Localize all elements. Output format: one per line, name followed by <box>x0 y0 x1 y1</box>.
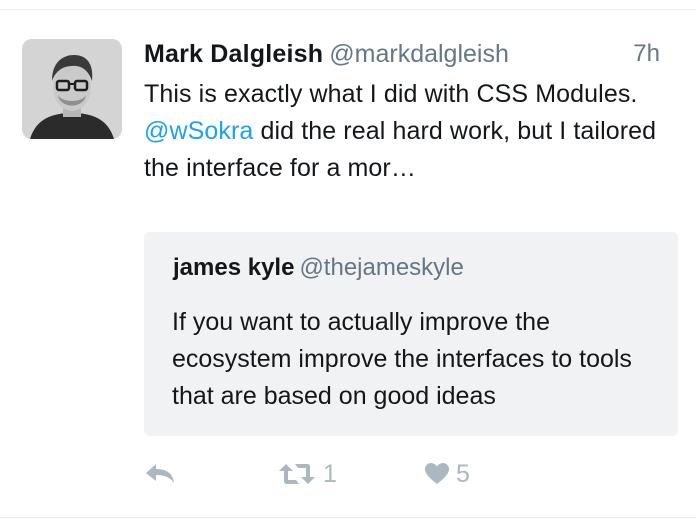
reply-button[interactable] <box>144 456 176 492</box>
tweet-card[interactable]: Mark Dalgleish @markdalgleish 7h This is … <box>0 10 696 517</box>
quoted-author-handle: @thejameskyle <box>299 254 464 281</box>
tweet-text-part-1: This is exactly what I did with CSS Modu… <box>144 80 638 108</box>
author-name[interactable]: Mark Dalgleish <box>144 40 323 68</box>
quoted-tweet-text: If you want to actually improve the ecos… <box>172 308 632 410</box>
reply-icon <box>146 464 174 483</box>
avatar[interactable] <box>22 39 122 139</box>
quoted-author-name: james kyle <box>173 254 295 281</box>
like-button[interactable]: 5 <box>424 456 470 492</box>
retweet-count: 1 <box>323 459 337 488</box>
retweet-button[interactable]: 1 <box>277 456 337 492</box>
mention-link[interactable]: @wSokra <box>144 117 253 145</box>
bottom-divider <box>0 517 696 518</box>
tweet-actions: 1 5 <box>144 456 680 492</box>
user-avatar-photo-icon <box>22 39 122 139</box>
author-handle[interactable]: @markdalgleish <box>329 40 509 68</box>
like-count: 5 <box>456 459 470 488</box>
retweet-icon <box>279 464 315 484</box>
tweet-header: Mark Dalgleish @markdalgleish 7h <box>144 40 680 76</box>
heart-icon <box>425 463 449 484</box>
tweet-timestamp[interactable]: 7h <box>633 40 660 68</box>
top-divider <box>0 0 696 10</box>
quoted-tweet[interactable]: james kyle @thejameskyle If you want to a… <box>144 232 678 436</box>
quoted-tweet-header: james kyle @thejameskyle <box>173 254 464 282</box>
tweet-text: This is exactly what I did with CSS Modu… <box>144 76 680 187</box>
